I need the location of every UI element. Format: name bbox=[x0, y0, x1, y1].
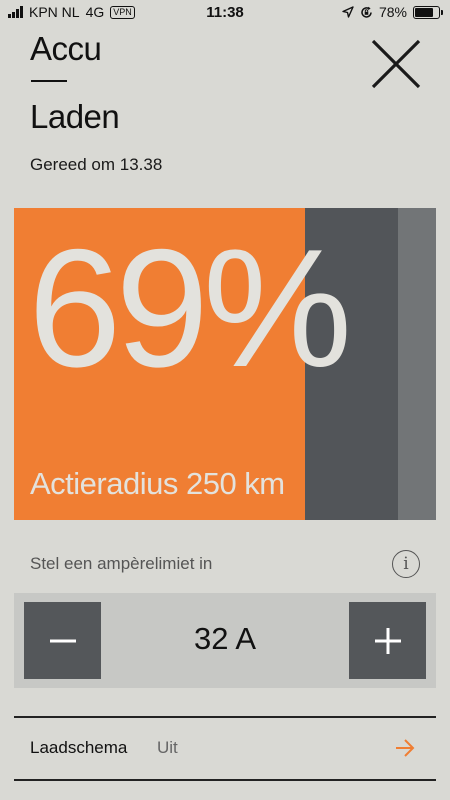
close-button[interactable] bbox=[370, 38, 422, 90]
page-title-line1: Accu bbox=[30, 30, 102, 67]
increase-button[interactable] bbox=[349, 602, 426, 679]
plus-icon bbox=[374, 627, 401, 654]
charge-percent: 69% bbox=[28, 214, 352, 402]
close-icon bbox=[371, 39, 421, 89]
info-icon: i bbox=[403, 554, 409, 574]
schedule-value: Uit bbox=[157, 738, 178, 757]
battery-percent: 78% bbox=[378, 4, 407, 20]
info-button[interactable]: i bbox=[392, 550, 420, 578]
ready-time-text: Gereed om 13.38 bbox=[30, 155, 163, 174]
ampere-stepper: 32 A bbox=[14, 593, 436, 688]
status-bar: KPN NL 4G VPN 11:38 78% bbox=[0, 0, 450, 26]
row-divider-bottom bbox=[14, 779, 436, 781]
ampere-limit-label: Stel een ampèrelimiet in bbox=[30, 554, 213, 573]
title-divider bbox=[31, 80, 67, 82]
arrow-right-icon bbox=[396, 739, 415, 757]
range-text: Actieradius 250 km bbox=[30, 466, 285, 501]
remaining-segment bbox=[398, 208, 436, 520]
battery-charge-card: 69% Actieradius 250 km bbox=[14, 208, 436, 520]
screen-rotation-lock-icon bbox=[361, 6, 372, 18]
schedule-label: Laadschema bbox=[30, 738, 128, 757]
page-title-line2: Laden bbox=[30, 98, 120, 135]
screen: KPN NL 4G VPN 11:38 78% Accu Laden Geree… bbox=[0, 0, 450, 800]
battery-icon bbox=[413, 5, 443, 19]
charge-schedule-row[interactable]: Laadschema Uit bbox=[14, 718, 436, 778]
status-right: 78% bbox=[342, 4, 443, 20]
location-arrow-icon bbox=[342, 6, 354, 18]
